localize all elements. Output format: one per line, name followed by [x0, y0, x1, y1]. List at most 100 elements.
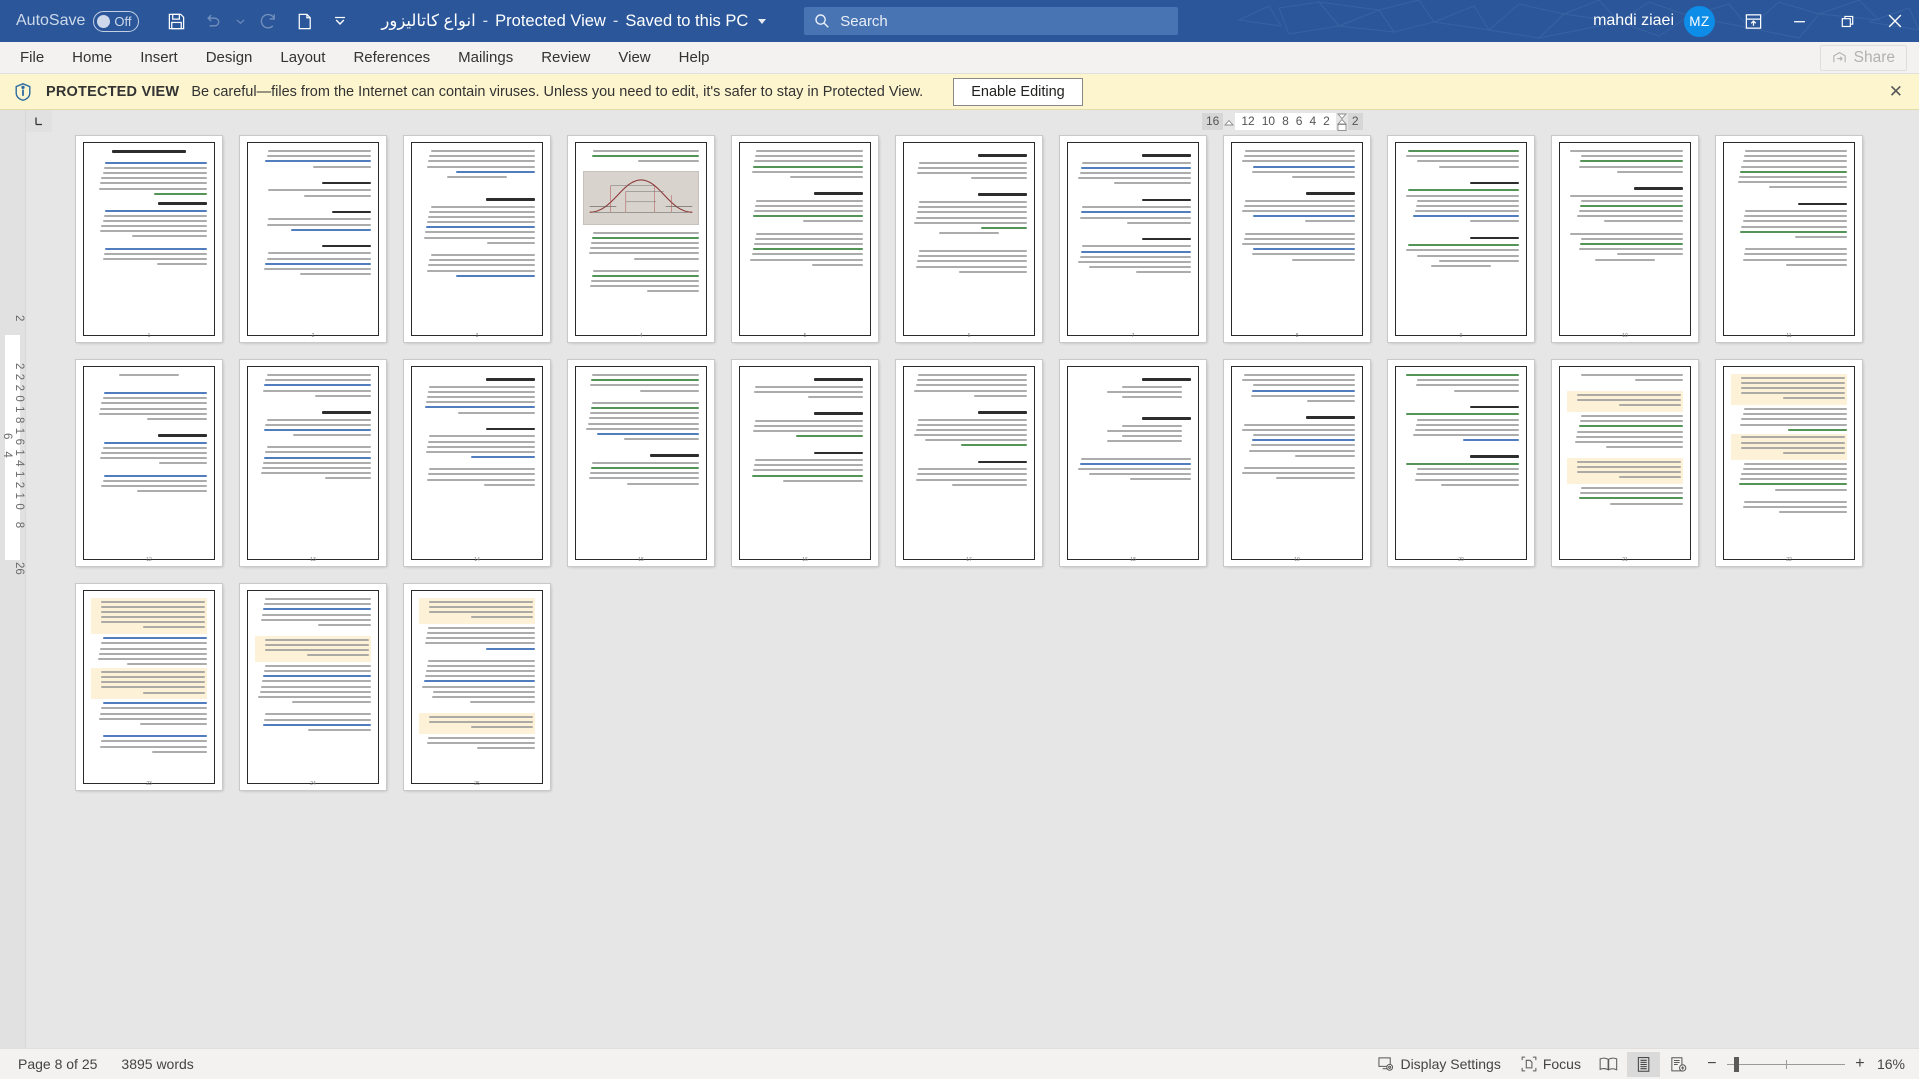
zoom-slider-thumb[interactable] [1733, 1056, 1739, 1072]
search-input[interactable]: Search [804, 7, 1179, 35]
avatar[interactable]: MZ [1684, 5, 1715, 37]
close-button[interactable] [1871, 0, 1919, 42]
page-thumbnail[interactable]: 19 [1224, 360, 1370, 566]
zoom-slider[interactable] [1726, 1056, 1845, 1072]
text-line [1416, 468, 1519, 471]
tab-selector-button[interactable] [26, 110, 52, 132]
tab-references[interactable]: References [339, 42, 444, 73]
vertical-ruler[interactable]: 2 22201816141210 8 6 4 26 [0, 110, 26, 1048]
text-line [1576, 435, 1683, 438]
page-number-status[interactable]: Page 8 of 25 [6, 1056, 109, 1072]
ribbon-display-options-button[interactable] [1731, 0, 1775, 42]
text-line [1080, 166, 1191, 169]
page-thumbnail[interactable]: 23 [76, 584, 222, 790]
tab-design[interactable]: Design [192, 42, 267, 73]
page-thumbnail[interactable]: 18 [1060, 360, 1206, 566]
page-thumbnail[interactable]: 8 [1224, 136, 1370, 342]
horizontal-ruler[interactable]: 16 12 10 8 6 4 2 2 [1202, 111, 1363, 131]
page-thumbnail[interactable]: 25 [404, 584, 550, 790]
tab-layout[interactable]: Layout [266, 42, 339, 73]
page-thumbnail[interactable]: 3 [404, 136, 550, 342]
page-thumbnail[interactable]: 2 [240, 136, 386, 342]
text-line [308, 728, 371, 731]
zoom-level-label[interactable]: 16% [1877, 1056, 1913, 1072]
right-indent-marker[interactable] [1336, 113, 1348, 131]
page-thumbnail[interactable]: 1 [76, 136, 222, 342]
print-layout-button[interactable] [1626, 1051, 1660, 1077]
text-line [263, 723, 371, 726]
customize-quick-access-toolbar-button[interactable] [323, 4, 357, 38]
page-thumbnail[interactable]: 7 [1060, 136, 1206, 342]
autosave-switch[interactable]: Off [93, 10, 140, 32]
page-thumbnail[interactable]: 21 [1552, 360, 1698, 566]
web-layout-button[interactable] [1662, 1052, 1695, 1077]
text-line [143, 691, 205, 694]
text-line [99, 652, 207, 655]
text-line [100, 407, 207, 410]
page-thumbnail[interactable]: 22 [1716, 360, 1862, 566]
tab-home[interactable]: Home [58, 42, 126, 73]
text-line [1783, 451, 1845, 454]
minimize-button[interactable] [1775, 0, 1823, 42]
page-thumbnail[interactable]: 6 [896, 136, 1042, 342]
page-footer-number: 2 [311, 333, 315, 339]
page-thumbnail[interactable]: 15 [568, 360, 714, 566]
page-thumbnail[interactable]: 5 [732, 136, 878, 342]
protected-view-label: Protected View [495, 11, 606, 30]
page-thumbnail[interactable]: 14 [404, 360, 550, 566]
text-line [425, 226, 535, 229]
page-thumbnail[interactable]: 12 [76, 360, 222, 566]
left-indent-marker[interactable] [1223, 113, 1235, 130]
page-thumbnail[interactable]: 24 [240, 584, 386, 790]
text-line [425, 401, 535, 404]
new-document-button[interactable] [287, 4, 321, 38]
tab-file[interactable]: File [6, 42, 58, 73]
focus-button[interactable]: Focus [1512, 1052, 1590, 1076]
undo-dropdown-button[interactable] [231, 4, 249, 38]
page-thumbnail[interactable]: 11 [1716, 136, 1862, 342]
redo-button[interactable] [251, 4, 285, 38]
tab-view[interactable]: View [604, 42, 664, 73]
enable-editing-button[interactable]: Enable Editing [953, 77, 1083, 106]
read-mode-button[interactable] [1592, 1052, 1625, 1077]
page-thumbnail[interactable]: 4 [568, 136, 714, 342]
tab-help[interactable]: Help [665, 42, 724, 73]
text-line [264, 670, 371, 673]
document-scroll-area[interactable]: 16 12 10 8 6 4 2 2 1 2 3 4 5 6 7 8 9 10 … [26, 110, 1919, 1048]
tab-review[interactable]: Review [527, 42, 604, 73]
zoom-slider-midpoint [1785, 1059, 1787, 1069]
close-protected-view-bar-button[interactable]: ✕ [1885, 82, 1907, 102]
save-button[interactable] [159, 4, 193, 38]
share-button[interactable]: Share [1819, 44, 1907, 71]
save-location-chevron-down-icon[interactable] [758, 18, 767, 24]
text-line [1737, 181, 1847, 184]
zoom-in-button[interactable]: + [1854, 1055, 1866, 1073]
text-line [258, 696, 371, 698]
undo-button[interactable] [195, 4, 229, 38]
page-thumbnail[interactable]: 20 [1388, 360, 1534, 566]
text-line [1307, 399, 1355, 402]
text-line [753, 210, 863, 213]
tab-design-label: Design [205, 49, 253, 66]
word-count-status[interactable]: 3895 words [109, 1056, 205, 1072]
tab-insert[interactable]: Insert [126, 42, 192, 73]
document-title-area[interactable]: انواع کاتالیزور - Protected View - Saved… [381, 11, 767, 31]
zoom-out-button[interactable]: − [1706, 1055, 1718, 1073]
text-line [428, 626, 535, 629]
page-footer-number: 25 [474, 781, 480, 787]
display-settings-label: Display Settings [1400, 1056, 1501, 1072]
display-settings-button[interactable]: Display Settings [1369, 1052, 1509, 1076]
autosave-toggle[interactable]: AutoSave Off [10, 10, 145, 32]
tab-mailings[interactable]: Mailings [444, 42, 527, 73]
text-line [1580, 487, 1683, 489]
text-line [1740, 381, 1845, 384]
page-thumbnail[interactable]: 16 [732, 360, 878, 566]
text-line [483, 483, 535, 486]
page-thumbnail[interactable]: 10 [1552, 136, 1698, 342]
page-thumbnail[interactable]: 13 [240, 360, 386, 566]
restore-button[interactable] [1823, 0, 1871, 42]
page-thumbnail[interactable]: 17 [896, 360, 1042, 566]
page-thumbnail[interactable]: 9 [1388, 136, 1534, 342]
